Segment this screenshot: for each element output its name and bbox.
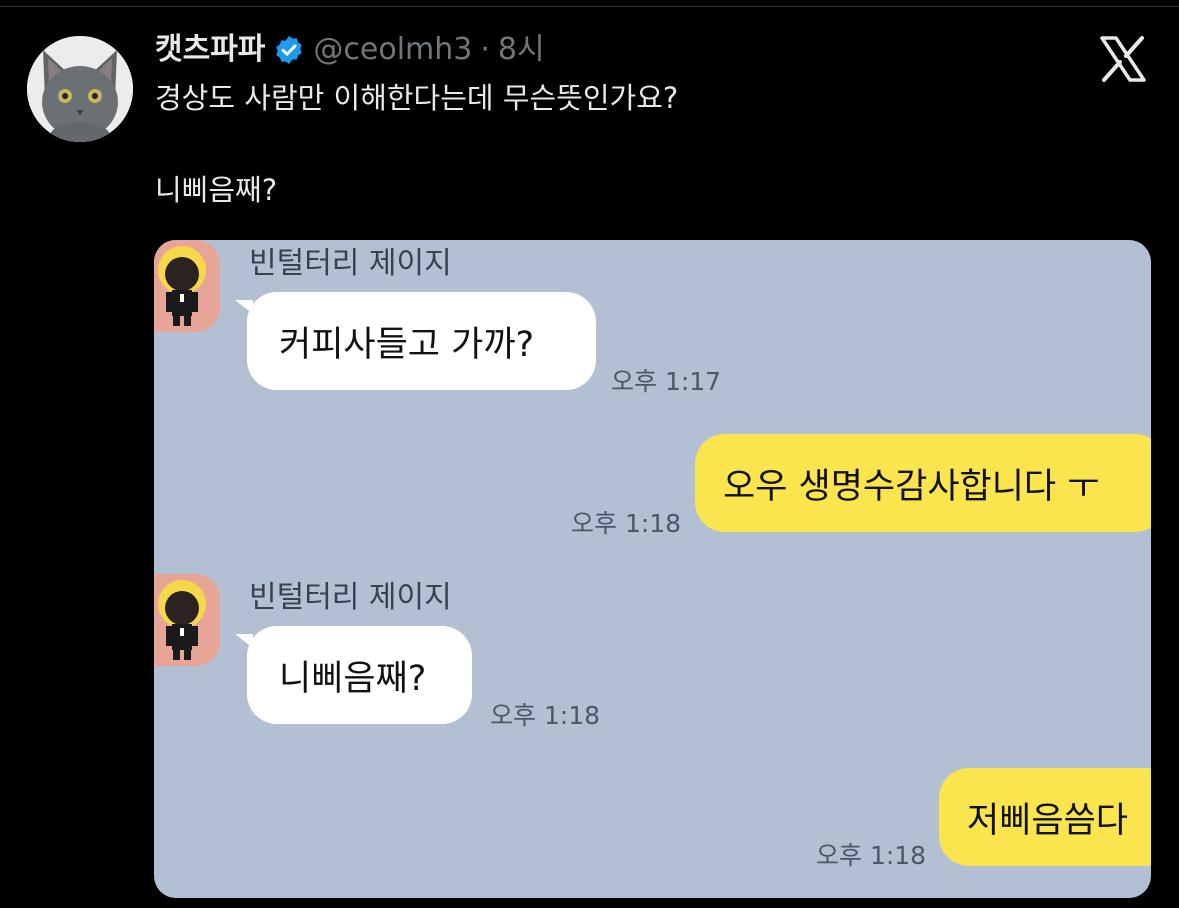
incoming-message-bubble[interactable]: 커피사들고 가까?	[235, 292, 596, 390]
message-text: 니삐음째?	[279, 658, 427, 699]
message-time: 오후 1:18	[571, 509, 682, 538]
tweet-header: 캣츠파파 @ceolmh3 · 8시	[155, 30, 545, 70]
tweet-text-line2: 니삐음째?	[155, 173, 278, 207]
outgoing-message-bubble[interactable]: 저삐음씀다	[939, 768, 1151, 866]
top-divider	[0, 6, 1179, 7]
sender-avatar-icon	[154, 240, 224, 332]
separator-dot: ·	[480, 32, 490, 67]
message-text: 오우 생명수감사합니다 ㅜ	[723, 466, 1100, 507]
chat-screenshot-image[interactable]: 빈털터리 제이지 커피사들고 가까? 오후 1:17 오우 생명수감사합니다 ㅜ…	[154, 240, 1151, 898]
message-text: 저삐음씀다	[967, 800, 1129, 841]
incoming-message-bubble[interactable]: 니삐음째?	[235, 626, 472, 724]
verified-badge-icon	[273, 34, 305, 66]
user-handle[interactable]: @ceolmh3	[313, 30, 472, 70]
tweet-text-line1: 경상도 사람만 이해한다는데 무슨뜻인가요?	[155, 81, 679, 115]
sender-name: 빈털터리 제이지	[249, 246, 452, 281]
message-text: 커피사들고 가까?	[279, 324, 535, 365]
post-time[interactable]: 8시	[498, 30, 545, 70]
outgoing-message-bubble[interactable]: 오우 생명수감사합니다 ㅜ	[695, 434, 1151, 532]
sender-name: 빈털터리 제이지	[249, 580, 452, 615]
message-time: 오후 1:18	[490, 701, 601, 730]
display-name[interactable]: 캣츠파파	[155, 30, 265, 70]
x-logo-icon[interactable]	[1098, 34, 1148, 84]
sender-avatar-icon	[154, 574, 224, 666]
cat-avatar-icon[interactable]	[27, 36, 133, 142]
message-time: 오후 1:18	[816, 841, 927, 870]
message-time: 오후 1:17	[611, 367, 722, 396]
